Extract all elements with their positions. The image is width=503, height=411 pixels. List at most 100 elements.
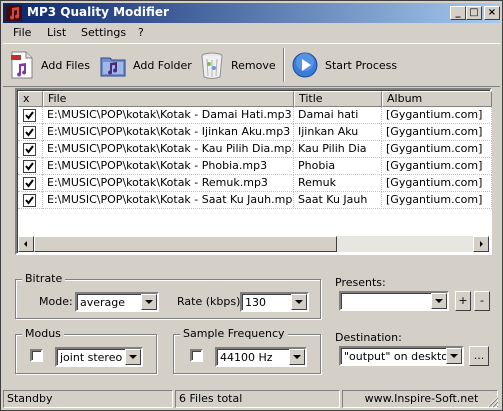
list-header: x File Title Album bbox=[18, 91, 492, 107]
row-checkbox[interactable] bbox=[23, 194, 36, 207]
column-header-check[interactable]: x bbox=[18, 91, 43, 107]
chevron-down-icon[interactable] bbox=[125, 349, 141, 365]
horizontal-scrollbar[interactable] bbox=[18, 236, 489, 252]
table-row[interactable]: E:\MUSIC\POP\kotak\Kotak - Phobia.mp3 Ph… bbox=[18, 158, 492, 175]
arrow-right-icon bbox=[480, 241, 483, 247]
scroll-left-button[interactable] bbox=[18, 236, 34, 252]
remove-preset-button[interactable]: - bbox=[474, 291, 490, 311]
column-header-title[interactable]: Title bbox=[294, 91, 382, 107]
title-cell: Kau Pilih Dia bbox=[294, 141, 382, 158]
file-list[interactable]: x File Title Album E:\MUSIC\POP\kotak\Ko… bbox=[15, 88, 492, 255]
row-checkbox[interactable] bbox=[23, 143, 36, 156]
modus-group: Modus joint stereo bbox=[15, 327, 157, 374]
mode-label: Mode: bbox=[39, 295, 73, 308]
remove-label: Remove bbox=[231, 58, 276, 72]
checkmark-icon bbox=[25, 179, 34, 188]
status-website[interactable]: www.Inspire-Soft.net bbox=[342, 390, 498, 408]
scroll-right-button[interactable] bbox=[473, 236, 489, 252]
title-cell: Phobia bbox=[294, 158, 382, 175]
modus-value: joint stereo bbox=[60, 351, 123, 364]
bitrate-group: Bitrate Mode: average Rate (kbps): 130 bbox=[15, 272, 321, 319]
maximize-button[interactable]: □ bbox=[466, 6, 482, 20]
modus-select[interactable]: joint stereo bbox=[55, 347, 143, 367]
add-file-icon bbox=[11, 51, 33, 79]
chevron-down-icon[interactable] bbox=[446, 348, 462, 364]
album-cell: [Gygantium.com] bbox=[382, 141, 492, 158]
row-checkbox[interactable] bbox=[23, 109, 36, 122]
album-cell: [Gygantium.com] bbox=[382, 107, 492, 124]
row-checkbox[interactable] bbox=[23, 160, 36, 173]
arrow-left-icon bbox=[24, 241, 27, 247]
modus-group-title: Modus bbox=[22, 327, 64, 340]
row-checkbox[interactable] bbox=[23, 126, 36, 139]
add-folder-button[interactable]: Add Folder bbox=[99, 46, 192, 84]
music-note-icon bbox=[6, 5, 22, 21]
title-bar[interactable]: MP3 Quality Modifier _ □ × bbox=[3, 3, 500, 23]
status-state: Standby bbox=[3, 390, 173, 408]
checkmark-icon bbox=[25, 162, 34, 171]
checkmark-icon bbox=[25, 145, 34, 154]
sample-frequency-checkbox[interactable] bbox=[190, 349, 203, 362]
file-cell: E:\MUSIC\POP\kotak\Kotak - Ijinkan Aku.m… bbox=[43, 124, 294, 141]
start-process-button[interactable]: Start Process bbox=[291, 46, 397, 84]
list-rows: E:\MUSIC\POP\kotak\Kotak - Damai Hati.mp… bbox=[18, 107, 492, 209]
table-row[interactable]: E:\MUSIC\POP\kotak\Kotak - Saat Ku Jauh.… bbox=[18, 192, 492, 209]
file-cell: E:\MUSIC\POP\kotak\Kotak - Remuk.mp3 bbox=[43, 175, 294, 192]
checkmark-icon bbox=[25, 128, 34, 137]
menu-help[interactable]: ? bbox=[138, 26, 144, 39]
browse-button[interactable]: ... bbox=[469, 346, 489, 366]
add-files-button[interactable]: Add Files bbox=[9, 46, 90, 84]
title-cell: Remuk bbox=[294, 175, 382, 192]
menu-settings[interactable]: Settings bbox=[81, 26, 126, 39]
checkmark-icon bbox=[25, 196, 34, 205]
sample-frequency-value: 44100 Hz bbox=[220, 351, 273, 364]
bitrate-group-title: Bitrate bbox=[22, 272, 66, 285]
sample-frequency-select[interactable]: 44100 Hz bbox=[215, 347, 307, 367]
destination-value: "output" on desktop bbox=[344, 350, 455, 363]
toolbar-separator bbox=[283, 48, 285, 82]
menu-file[interactable]: File bbox=[13, 26, 31, 39]
chevron-down-icon[interactable] bbox=[289, 349, 305, 365]
rate-select[interactable]: 130 bbox=[240, 292, 309, 312]
album-cell: [Gygantium.com] bbox=[382, 175, 492, 192]
sample-frequency-title: Sample Frequency bbox=[180, 327, 288, 340]
chevron-down-icon[interactable] bbox=[431, 293, 447, 309]
file-cell: E:\MUSIC\POP\kotak\Kotak - Damai Hati.mp… bbox=[43, 107, 294, 124]
chevron-down-icon[interactable] bbox=[141, 294, 157, 310]
menu-list[interactable]: List bbox=[47, 26, 66, 39]
resize-grip-icon[interactable] bbox=[487, 396, 499, 408]
title-cell: Saat Ku Jauh bbox=[294, 192, 382, 209]
chevron-down-icon[interactable] bbox=[291, 294, 307, 310]
app-window: MP3 Quality Modifier _ □ × File List Set… bbox=[0, 0, 503, 411]
add-preset-button[interactable]: + bbox=[455, 291, 471, 311]
minimize-button[interactable]: _ bbox=[450, 6, 466, 20]
file-cell: E:\MUSIC\POP\kotak\Kotak - Saat Ku Jauh.… bbox=[43, 192, 294, 209]
album-cell: [Gygantium.com] bbox=[382, 192, 492, 209]
trash-bin-icon bbox=[201, 52, 223, 79]
album-cell: [Gygantium.com] bbox=[382, 124, 492, 141]
column-header-album[interactable]: Album bbox=[382, 91, 492, 107]
mode-value: average bbox=[80, 296, 126, 309]
row-checkbox[interactable] bbox=[23, 177, 36, 190]
table-row[interactable]: E:\MUSIC\POP\kotak\Kotak - Damai Hati.mp… bbox=[18, 107, 492, 124]
modus-checkbox[interactable] bbox=[30, 349, 43, 362]
column-header-file[interactable]: File bbox=[43, 91, 294, 107]
title-cell: Damai hati bbox=[294, 107, 382, 124]
title-cell: Ijinkan Aku bbox=[294, 124, 382, 141]
presents-select[interactable] bbox=[339, 291, 449, 311]
destination-label: Destination: bbox=[335, 331, 402, 344]
destination-select[interactable]: "output" on desktop bbox=[339, 346, 464, 366]
close-button[interactable]: × bbox=[484, 6, 500, 20]
scroll-thumb[interactable] bbox=[34, 236, 337, 252]
remove-button[interactable]: Remove bbox=[199, 46, 276, 84]
window-title: MP3 Quality Modifier bbox=[27, 5, 169, 19]
table-row[interactable]: E:\MUSIC\POP\kotak\Kotak - Ijinkan Aku.m… bbox=[18, 124, 492, 141]
mode-select[interactable]: average bbox=[75, 292, 159, 312]
play-icon bbox=[292, 52, 318, 78]
rate-value: 130 bbox=[245, 296, 266, 309]
start-process-label: Start Process bbox=[325, 58, 398, 72]
file-cell: E:\MUSIC\POP\kotak\Kotak - Kau Pilih Dia… bbox=[43, 141, 294, 158]
table-row[interactable]: E:\MUSIC\POP\kotak\Kotak - Kau Pilih Dia… bbox=[18, 141, 492, 158]
table-row[interactable]: E:\MUSIC\POP\kotak\Kotak - Remuk.mp3 Rem… bbox=[18, 175, 492, 192]
rate-label: Rate (kbps): bbox=[177, 295, 245, 308]
